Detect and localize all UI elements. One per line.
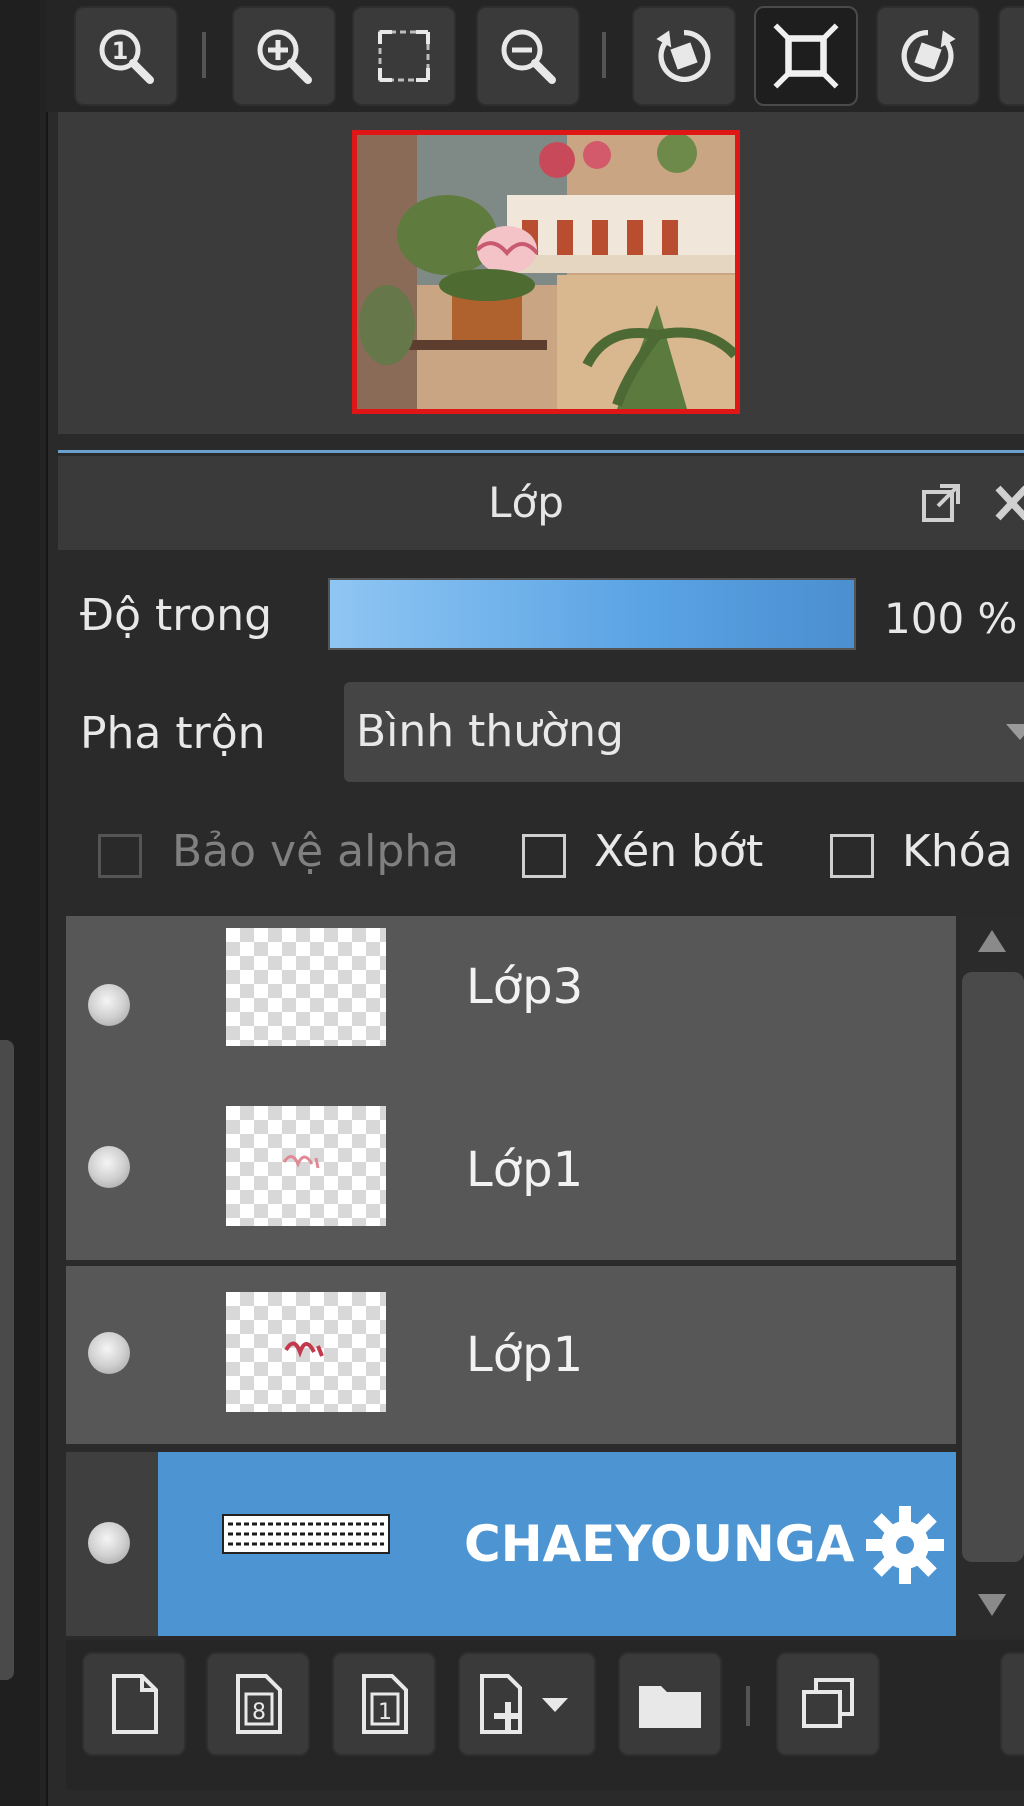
zoom-in-button[interactable]	[232, 6, 336, 106]
visibility-toggle[interactable]	[88, 984, 130, 1026]
zoom-out-icon	[501, 29, 556, 84]
blend-mode-value: Bình thường	[356, 706, 624, 757]
layer-list-scrollbar[interactable]	[960, 916, 1024, 1636]
layer-name: CHAEYOUNGA	[464, 1515, 855, 1573]
navigator-thumbnail[interactable]	[352, 130, 740, 414]
navigator-panel	[58, 112, 1024, 434]
clipping-checkbox[interactable]	[522, 834, 566, 878]
opacity-value: 100 %	[884, 594, 1018, 643]
close-panel-icon[interactable]	[992, 482, 1024, 524]
opacity-slider[interactable]	[328, 578, 856, 650]
protect-alpha-checkbox[interactable]	[98, 834, 142, 878]
rotate-left-icon	[656, 29, 711, 82]
canvas-preview-image	[357, 135, 735, 409]
layer-thumbnail	[222, 1514, 390, 1554]
clipping-label: Xén bớt	[594, 826, 764, 877]
new-1bit-layer-button[interactable]: 1	[332, 1652, 436, 1756]
left-scrollbar[interactable]	[0, 1040, 14, 1680]
new-layer-1bit-icon: 1	[362, 1674, 408, 1734]
layer-type-glyph: 1	[378, 1700, 392, 1725]
layer-name: Lớp1	[466, 1327, 584, 1383]
duplicate-layer-icon	[802, 1678, 854, 1728]
scroll-thumb[interactable]	[962, 972, 1024, 1562]
layer-thumbnail	[226, 1106, 386, 1226]
layer-name: Lớp1	[466, 1142, 584, 1198]
visibility-toggle[interactable]	[88, 1332, 130, 1374]
layer-type-glyph: 8	[252, 1700, 266, 1725]
rotate-right-icon	[901, 29, 956, 82]
new-layer-button[interactable]	[82, 1652, 186, 1756]
visibility-toggle[interactable]	[88, 1522, 130, 1564]
rotate-right-button[interactable]	[876, 6, 980, 106]
gear-icon[interactable]	[862, 1502, 948, 1588]
chevron-down-icon	[1006, 724, 1024, 740]
add-layer-dropdown-button[interactable]	[458, 1652, 596, 1756]
layer-row-selected[interactable]: CHAEYOUNGA	[66, 1452, 956, 1636]
rotate-left-button[interactable]	[632, 6, 736, 106]
toolbar-separator	[602, 32, 606, 78]
lock-label: Khóa	[902, 826, 1013, 877]
new-8bit-layer-button[interactable]: 8	[206, 1652, 310, 1756]
toolbar-overflow-button[interactable]	[998, 6, 1024, 106]
layer-thumbnail-art	[282, 1155, 320, 1169]
view-toolbar: 1	[46, 0, 1024, 112]
duplicate-layer-button[interactable]	[776, 1652, 880, 1756]
visibility-toggle[interactable]	[88, 1146, 130, 1188]
layer-thumbnail	[226, 928, 386, 1046]
zoom-out-button[interactable]	[476, 6, 580, 106]
new-layer-icon	[112, 1674, 158, 1734]
toolbar-separator	[202, 32, 206, 78]
layer-panel-header: Lớp	[58, 456, 1024, 550]
layer-panel-title: Lớp	[488, 478, 564, 527]
folder-icon	[639, 1686, 701, 1728]
zoom-in-icon	[257, 29, 312, 84]
zoom-actual-size-button[interactable]: 1	[74, 6, 178, 106]
toolbar-separator	[746, 1686, 750, 1726]
lock-checkbox[interactable]	[830, 834, 874, 878]
fullscreen-icon	[773, 23, 839, 89]
fullscreen-button[interactable]	[754, 6, 858, 106]
zoom-actual-size-icon: 1	[99, 29, 154, 84]
new-folder-button[interactable]	[618, 1652, 722, 1756]
svg-text:1: 1	[112, 37, 129, 65]
protect-alpha-label: Bảo vệ alpha	[172, 826, 460, 877]
scroll-up-icon[interactable]	[974, 926, 1010, 956]
scroll-down-icon[interactable]	[974, 1590, 1010, 1620]
layer-thumbnail-art	[224, 1516, 388, 1552]
blend-mode-select[interactable]: Bình thường	[344, 682, 1024, 782]
undock-icon[interactable]	[920, 482, 962, 524]
fit-to-screen-button[interactable]	[352, 6, 456, 106]
layer-row[interactable]: Lớp3	[66, 916, 956, 1094]
layer-thumbnail	[226, 1292, 386, 1412]
opacity-label: Độ trong	[80, 590, 273, 641]
add-layer-dropdown-icon	[480, 1674, 568, 1734]
layer-row[interactable]: Lớp1	[66, 1080, 956, 1260]
bottom-overflow-button[interactable]	[1000, 1652, 1024, 1756]
fit-to-screen-icon	[378, 30, 430, 82]
new-layer-8bit-icon: 8	[236, 1674, 282, 1734]
layer-list: Lớp3 Lớp1 Lớp1 CHAEYOUNGA	[66, 916, 956, 1636]
layer-name: Lớp3	[466, 959, 584, 1015]
layer-actions-toolbar: 8 1	[66, 1640, 1024, 1790]
left-side-strip	[0, 0, 40, 1806]
blend-label: Pha trộn	[80, 708, 266, 759]
layer-row[interactable]: Lớp1	[66, 1266, 956, 1444]
layer-thumbnail-art	[284, 1341, 324, 1358]
panel-divider[interactable]	[58, 450, 1024, 453]
